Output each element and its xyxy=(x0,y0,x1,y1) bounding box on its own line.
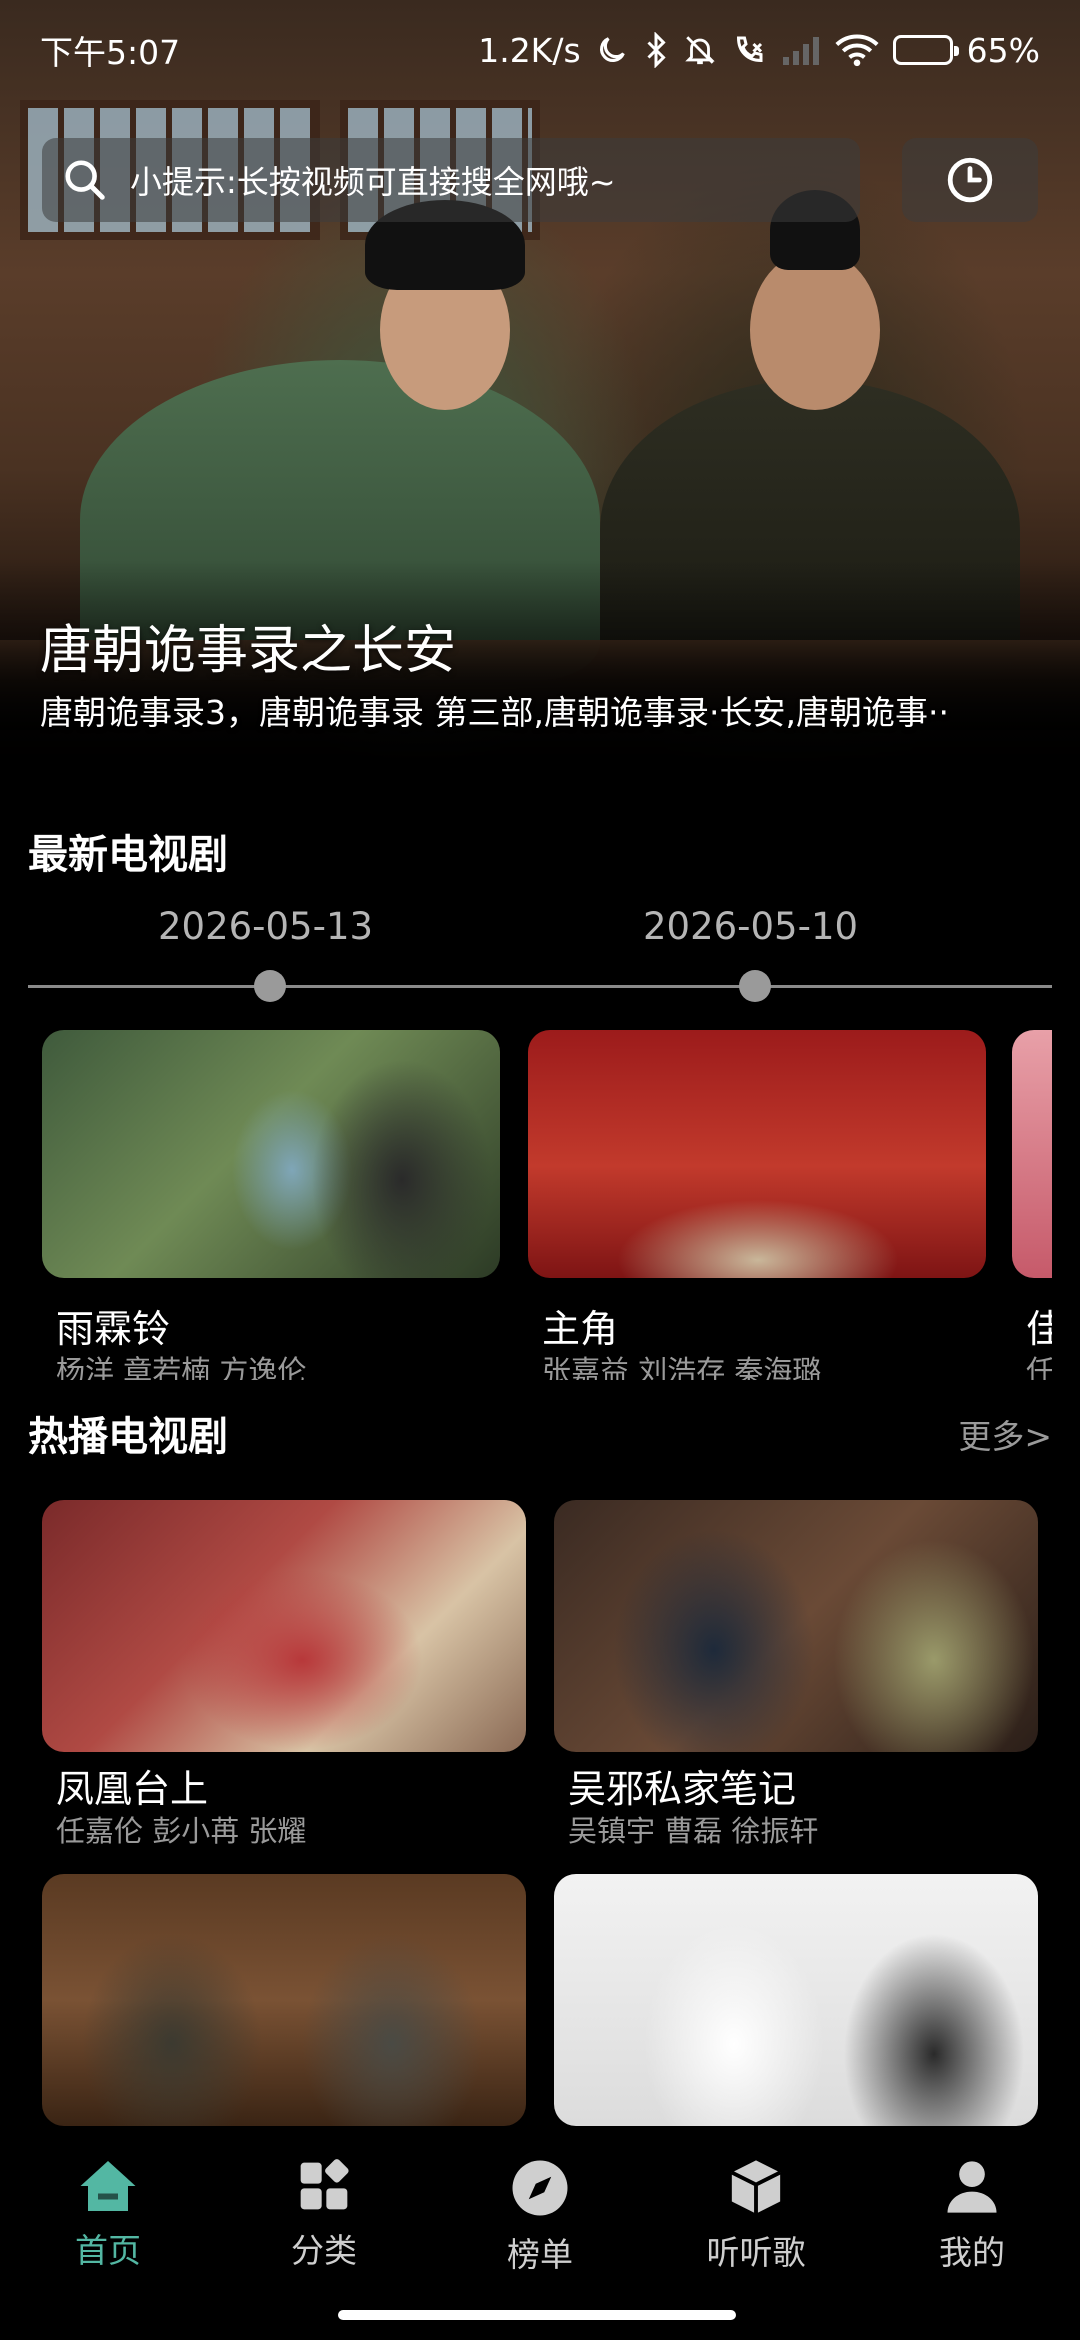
status-bar: 下午5:07 1.2K/s 65% xyxy=(0,0,1080,100)
latest-actors-3: 任 xyxy=(1026,1354,1052,1380)
status-icons: 1.2K/s 65% xyxy=(478,28,1040,72)
cube-icon xyxy=(730,2160,782,2214)
hot-more-link[interactable]: 更多> xyxy=(958,1410,1052,1458)
latest-poster-2[interactable] xyxy=(528,1030,986,1278)
hot-poster-4[interactable] xyxy=(554,1874,1038,2126)
hero-title[interactable]: 唐朝诡事录之长安 xyxy=(40,608,456,683)
timeline-line xyxy=(28,985,1052,988)
timeline-dot-1[interactable] xyxy=(254,970,286,1002)
latest-poster-3[interactable] xyxy=(1012,1030,1052,1278)
hot-title-2[interactable]: 吴邪私家笔记 xyxy=(568,1758,796,1813)
hot-section-title: 热播电视剧 xyxy=(28,1414,228,1460)
status-time: 下午5:07 xyxy=(40,33,181,72)
moon-icon xyxy=(595,28,629,72)
search-icon xyxy=(65,160,105,200)
nav-ranking-label: 榜单 xyxy=(507,2235,573,2274)
clock-icon xyxy=(947,157,993,203)
nav-music-label: 听听歌 xyxy=(706,2233,806,2272)
timeline-date-2: 2026-05-10 xyxy=(643,905,859,948)
hero-banner[interactable]: 唐朝诡事录之长安 唐朝诡事录3，唐朝诡事录 第三部,唐朝诡事录·长安,唐朝诡事·… xyxy=(0,0,1080,780)
app-root: 唐朝诡事录之长安 唐朝诡事录3，唐朝诡事录 第三部,唐朝诡事录·长安,唐朝诡事·… xyxy=(0,0,1080,2340)
hero-face-right xyxy=(750,250,880,410)
nav-music[interactable]: 听听歌 xyxy=(676,2158,836,2274)
hot-poster-1[interactable] xyxy=(42,1500,526,1752)
call-blocked-icon xyxy=(731,28,767,72)
nav-profile-label: 我的 xyxy=(939,2233,1005,2272)
home-icon xyxy=(80,2161,136,2211)
nav-profile[interactable]: 我的 xyxy=(892,2158,1052,2274)
nav-home[interactable]: 首页 xyxy=(28,2158,188,2272)
latest-section-title: 最新电视剧 xyxy=(28,832,228,878)
battery-icon xyxy=(892,28,959,72)
home-indicator[interactable] xyxy=(338,2310,736,2320)
category-icon xyxy=(300,2159,349,2210)
latest-actors-2: 张嘉益 刘浩存 秦海璐 xyxy=(542,1354,822,1380)
latest-title-3[interactable]: 佳 xyxy=(1026,1298,1052,1353)
timeline-date-1: 2026-05-13 xyxy=(158,905,374,948)
hot-poster-2[interactable] xyxy=(554,1500,1038,1752)
user-icon xyxy=(947,2161,997,2213)
nav-category[interactable]: 分类 xyxy=(244,2158,404,2272)
hot-actors-2: 吴镇宇 曹磊 徐振轩 xyxy=(568,1814,819,1848)
history-button[interactable] xyxy=(902,138,1038,222)
nav-home-label: 首页 xyxy=(75,2231,141,2270)
nav-ranking[interactable]: 榜单 xyxy=(460,2158,620,2276)
search-bar[interactable]: 小提示:长按视频可直接搜全网哦~ xyxy=(42,138,860,222)
wifi-icon xyxy=(835,28,879,72)
nav-category-label: 分类 xyxy=(291,2231,357,2270)
bluetooth-icon xyxy=(643,28,669,72)
latest-title-1[interactable]: 雨霖铃 xyxy=(56,1298,170,1353)
network-speed: 1.2K/s xyxy=(478,30,581,70)
battery-percent: 65% xyxy=(966,30,1040,70)
hot-title-1[interactable]: 凤凰台上 xyxy=(56,1758,208,1813)
timeline-dot-2[interactable] xyxy=(739,970,771,1002)
latest-carousel[interactable]: 雨霖铃 杨洋 章若楠 方逸伦 主角 张嘉益 刘浩存 秦海璐 佳 任 xyxy=(0,1030,1052,1380)
hot-poster-3[interactable] xyxy=(42,1874,526,2126)
hot-actors-1: 任嘉伦 彭小苒 张耀 xyxy=(56,1814,307,1848)
compass-icon xyxy=(512,2160,568,2216)
hero-subtitle: 唐朝诡事录3，唐朝诡事录 第三部,唐朝诡事录·长安,唐朝诡事·· xyxy=(40,693,949,732)
latest-actors-1: 杨洋 章若楠 方逸伦 xyxy=(56,1354,307,1380)
search-placeholder: 小提示:长按视频可直接搜全网哦~ xyxy=(130,163,616,201)
bell-muted-icon xyxy=(683,28,717,72)
latest-poster-1[interactable] xyxy=(42,1030,500,1278)
latest-title-2[interactable]: 主角 xyxy=(542,1298,618,1353)
signal-icon xyxy=(781,28,821,72)
